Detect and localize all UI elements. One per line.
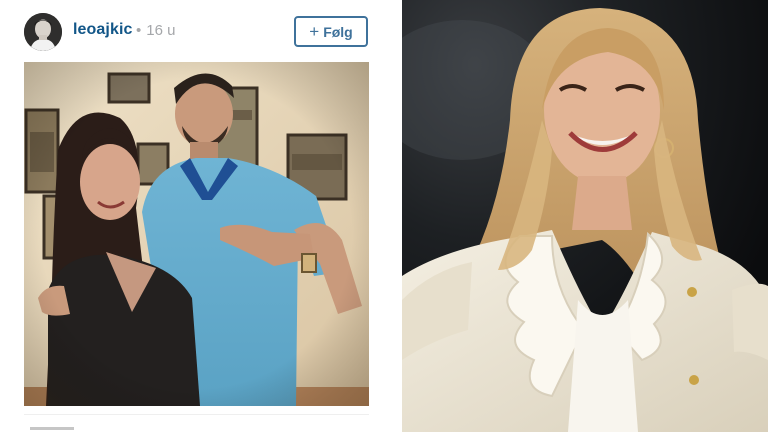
- avatar[interactable]: [24, 13, 62, 51]
- concert-photo: [402, 0, 768, 432]
- post-photo[interactable]: [24, 62, 369, 406]
- timestamp-text: 16 u: [146, 22, 176, 39]
- concert-photo-image: [402, 0, 768, 432]
- screenshot-canvas: leoajkic • 16 u + Følg: [0, 0, 768, 432]
- plus-icon: +: [309, 22, 320, 41]
- follow-button[interactable]: + Følg: [294, 16, 368, 47]
- avatar-portrait-icon: [24, 13, 62, 51]
- post-footer: [24, 414, 369, 432]
- instagram-post: leoajkic • 16 u + Følg: [0, 0, 392, 432]
- likes-placeholder: [30, 427, 74, 430]
- post-photo-image: [24, 62, 369, 406]
- username-link[interactable]: leoajkic: [73, 21, 133, 39]
- post-timestamp: • 16 u: [136, 22, 175, 39]
- post-header: leoajkic • 16 u + Følg: [0, 0, 392, 62]
- timestamp-separator: •: [136, 22, 142, 39]
- follow-button-label: Følg: [323, 23, 353, 40]
